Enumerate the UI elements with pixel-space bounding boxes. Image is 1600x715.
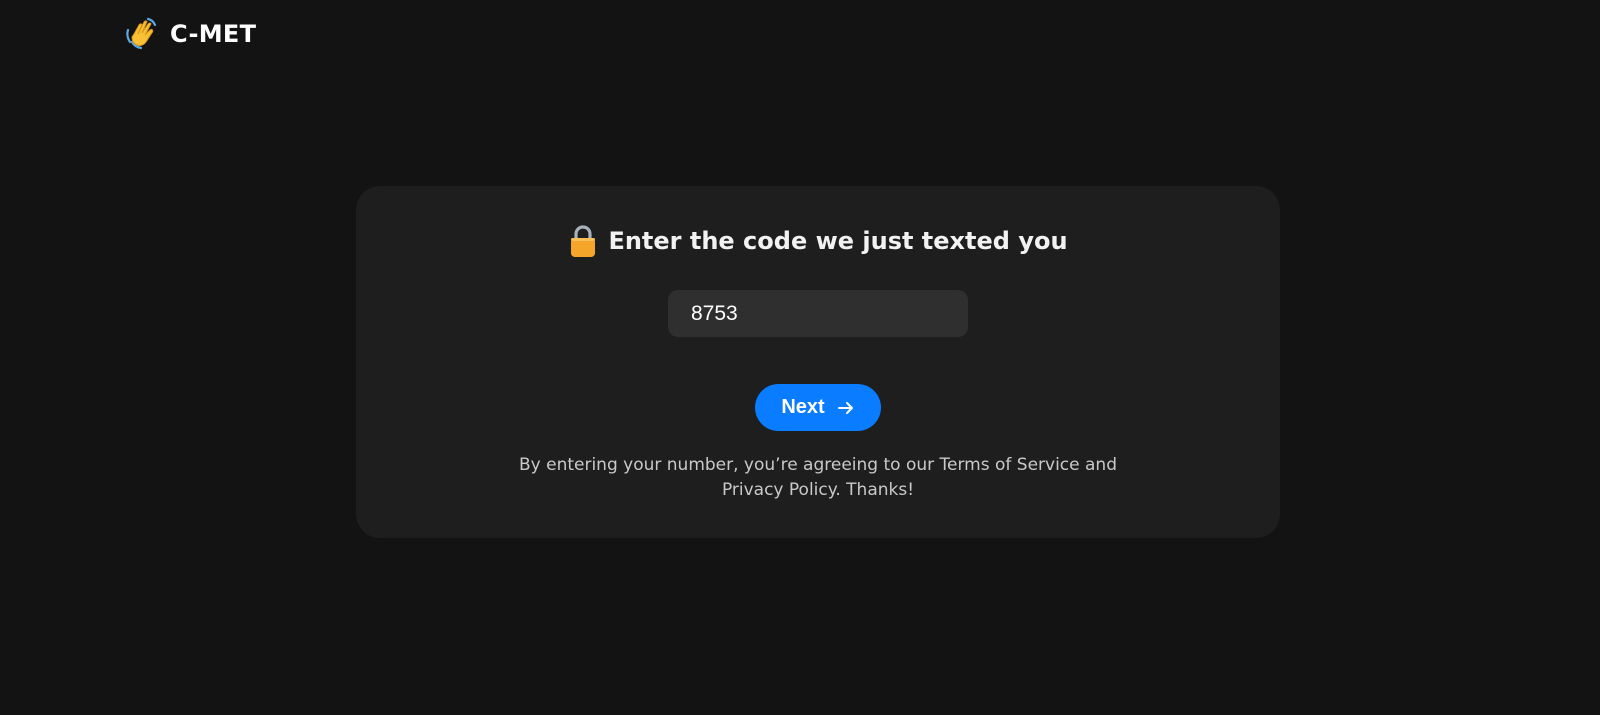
terms-disclaimer: By entering your number, you’re agreeing…	[518, 455, 1117, 500]
brand-name: C-MET	[170, 20, 257, 48]
arrow-right-icon	[837, 401, 853, 414]
lock-icon	[571, 225, 596, 257]
page-title: Enter the code we just texted you	[608, 227, 1068, 255]
brand-header[interactable]: C-MET	[124, 16, 256, 52]
next-button[interactable]: Next	[755, 384, 881, 431]
waving-hand-icon	[126, 17, 157, 50]
verification-card: Enter the code we just texted you Next B…	[356, 186, 1280, 538]
verification-code-input[interactable]	[668, 290, 968, 337]
verification-heading: Enter the code we just texted you	[356, 222, 1280, 260]
next-button-label: Next	[781, 396, 825, 418]
page: C-MET Enter the code we just texted you …	[0, 0, 1600, 715]
